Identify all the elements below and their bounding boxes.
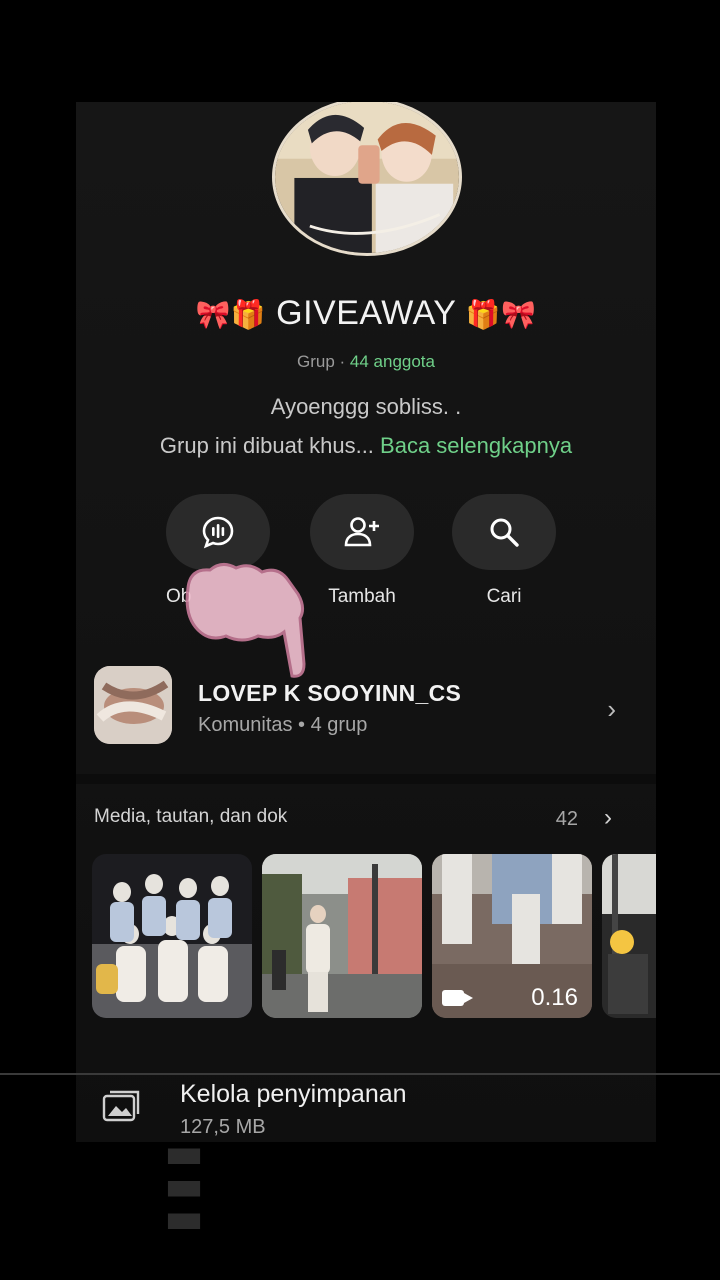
search-icon	[490, 518, 519, 547]
search-button[interactable]	[452, 494, 556, 570]
chevron-right-icon[interactable]: ›	[604, 804, 612, 832]
description-truncated: Grup ini dibuat khus...	[159, 433, 374, 458]
media-count: 42	[555, 808, 578, 830]
read-more-link[interactable]: Baca selengkapnya	[380, 433, 572, 458]
search-label: Cari	[486, 586, 522, 607]
media-thumb-video[interactable]: 0.16	[432, 854, 592, 1018]
media-thumb-photo-1[interactable]	[92, 854, 252, 1018]
group-type: Grup	[297, 352, 335, 371]
voice-chat-icon	[202, 516, 234, 549]
add-member-label: Tambah	[328, 586, 396, 607]
community-row[interactable]: LOVEP K SOOYINN_CS Komunitas • 4 grup ›	[76, 650, 656, 760]
group-name: 🎀🎁 GIVEAWAY 🎁🎀	[76, 294, 656, 333]
manage-storage-title[interactable]: Kelola penyimpanan	[180, 1080, 407, 1109]
group-photo-image	[92, 854, 252, 1018]
group-info-panel: 🎀🎁 GIVEAWAY 🎁🎀 Grup · 44 anggota Ayoengg…	[76, 102, 656, 1142]
avatar-image	[275, 102, 459, 253]
bow-gift-emoji: 🎀🎁	[195, 298, 267, 331]
media-section-title[interactable]: Media, tautan, dan dok	[94, 806, 287, 828]
group-title: GIVEAWAY	[276, 294, 456, 332]
video-icon	[442, 990, 473, 1006]
media-thumbnails: 0.16	[92, 854, 656, 1020]
search-action[interactable]: Cari	[452, 494, 556, 608]
community-image	[94, 666, 172, 744]
group-description-line2: Grup ini dibuat khus... Baca selengkapny…	[76, 433, 656, 459]
storage-divider	[0, 1073, 720, 1075]
storage-size: 127,5 MB	[180, 1116, 266, 1138]
storage-icon	[102, 1090, 140, 1122]
group-avatar[interactable]	[272, 102, 462, 256]
media-thumb-photo-2[interactable]	[262, 854, 422, 1018]
add-member-action[interactable]: Tambah	[310, 494, 414, 608]
gift-bow-emoji: 🎁🎀	[465, 298, 537, 331]
community-avatar	[94, 666, 172, 744]
street-photo-image	[262, 854, 422, 1018]
meta-separator: ·	[334, 352, 350, 371]
section-divider	[76, 774, 656, 784]
video-duration: 0.16	[531, 984, 578, 1011]
media-thumb-photo-4[interactable]	[602, 854, 656, 1018]
group-description-line1: Ayoenggg sobliss. .	[270, 394, 462, 419]
chevron-right-icon: ›	[607, 694, 616, 724]
partial-photo-image	[602, 854, 656, 1018]
group-meta: Grup · 44 anggota	[76, 352, 656, 372]
community-subtitle: Komunitas • 4 grup	[198, 714, 368, 736]
add-member-button[interactable]	[310, 494, 414, 570]
add-person-icon	[344, 517, 379, 547]
background-decor: ▮▮▮	[157, 1140, 220, 1238]
screen: ▮▮▮ 🎀🎁 GIVEAWAY 🎁🎀 Grup · 44 anggota Ayo…	[0, 0, 720, 1280]
member-count[interactable]: 44 anggota	[350, 352, 435, 371]
community-name: LOVEP K SOOYINN_CS	[198, 680, 462, 706]
